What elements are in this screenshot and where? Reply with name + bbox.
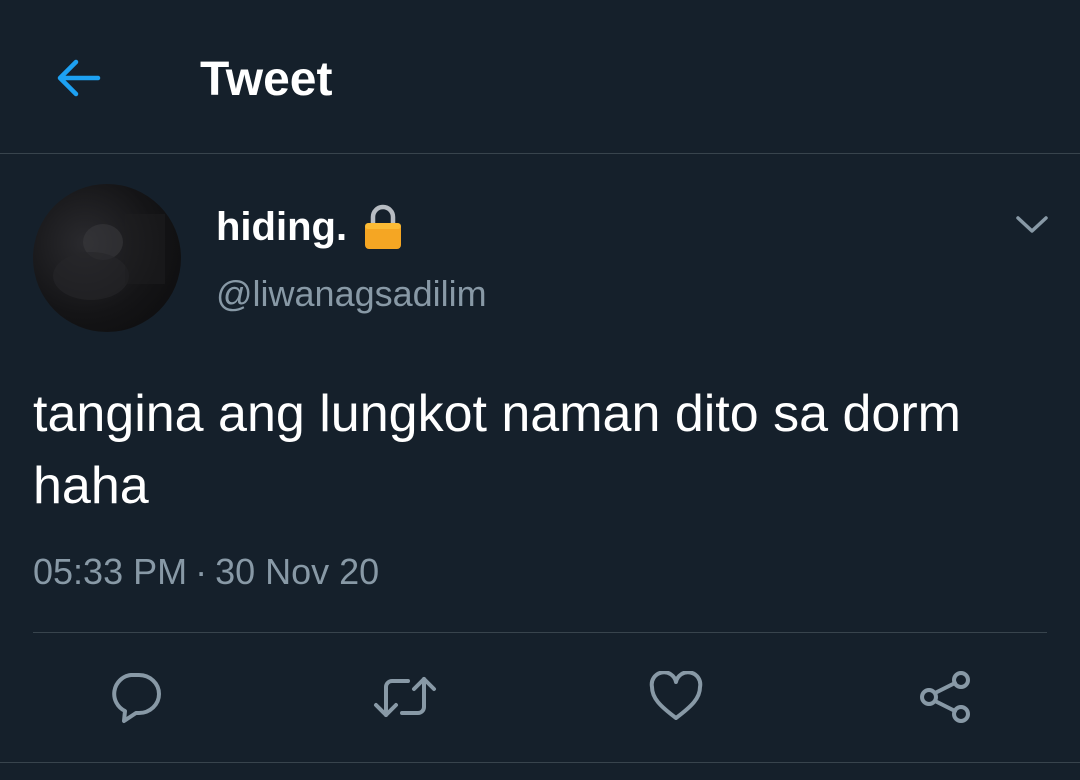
tweet-detail-screen: Tweet hiding. @liwanagsadilim tangina an… bbox=[0, 0, 1080, 780]
tweet-action-bar bbox=[0, 660, 1080, 734]
author-display-name[interactable]: hiding. bbox=[216, 204, 403, 250]
page-title: Tweet bbox=[200, 53, 333, 106]
lock-icon bbox=[363, 204, 403, 250]
meta-separator: · bbox=[195, 551, 208, 592]
tweet-date: 30 Nov 20 bbox=[215, 551, 380, 592]
like-button[interactable] bbox=[639, 660, 713, 734]
retweet-icon bbox=[374, 677, 436, 717]
top-app-bar: Tweet bbox=[0, 0, 1080, 154]
tweet-text: tangina ang lungkot naman dito sa dorm h… bbox=[33, 385, 961, 515]
divider bbox=[33, 632, 1047, 633]
avatar[interactable] bbox=[33, 184, 181, 332]
retweet-button[interactable] bbox=[368, 660, 442, 734]
back-button[interactable] bbox=[48, 50, 108, 106]
bottom-divider bbox=[0, 762, 1080, 763]
heart-icon bbox=[649, 671, 703, 720]
chevron-down-icon bbox=[1016, 216, 1048, 233]
author-handle[interactable]: @liwanagsadilim bbox=[216, 272, 487, 316]
tweet-timestamp: 05:33 PM · 30 Nov 20 bbox=[33, 550, 379, 594]
display-name-text: hiding. bbox=[216, 205, 348, 249]
share-button[interactable] bbox=[908, 660, 982, 734]
tweet-options-button[interactable] bbox=[1010, 205, 1054, 245]
tweet-time: 05:33 PM bbox=[33, 551, 188, 592]
arrow-left-icon bbox=[57, 59, 101, 97]
avatar-photo bbox=[53, 214, 165, 300]
reply-button[interactable] bbox=[98, 660, 172, 734]
reply-bubble-icon bbox=[112, 673, 161, 723]
share-icon bbox=[920, 671, 970, 723]
